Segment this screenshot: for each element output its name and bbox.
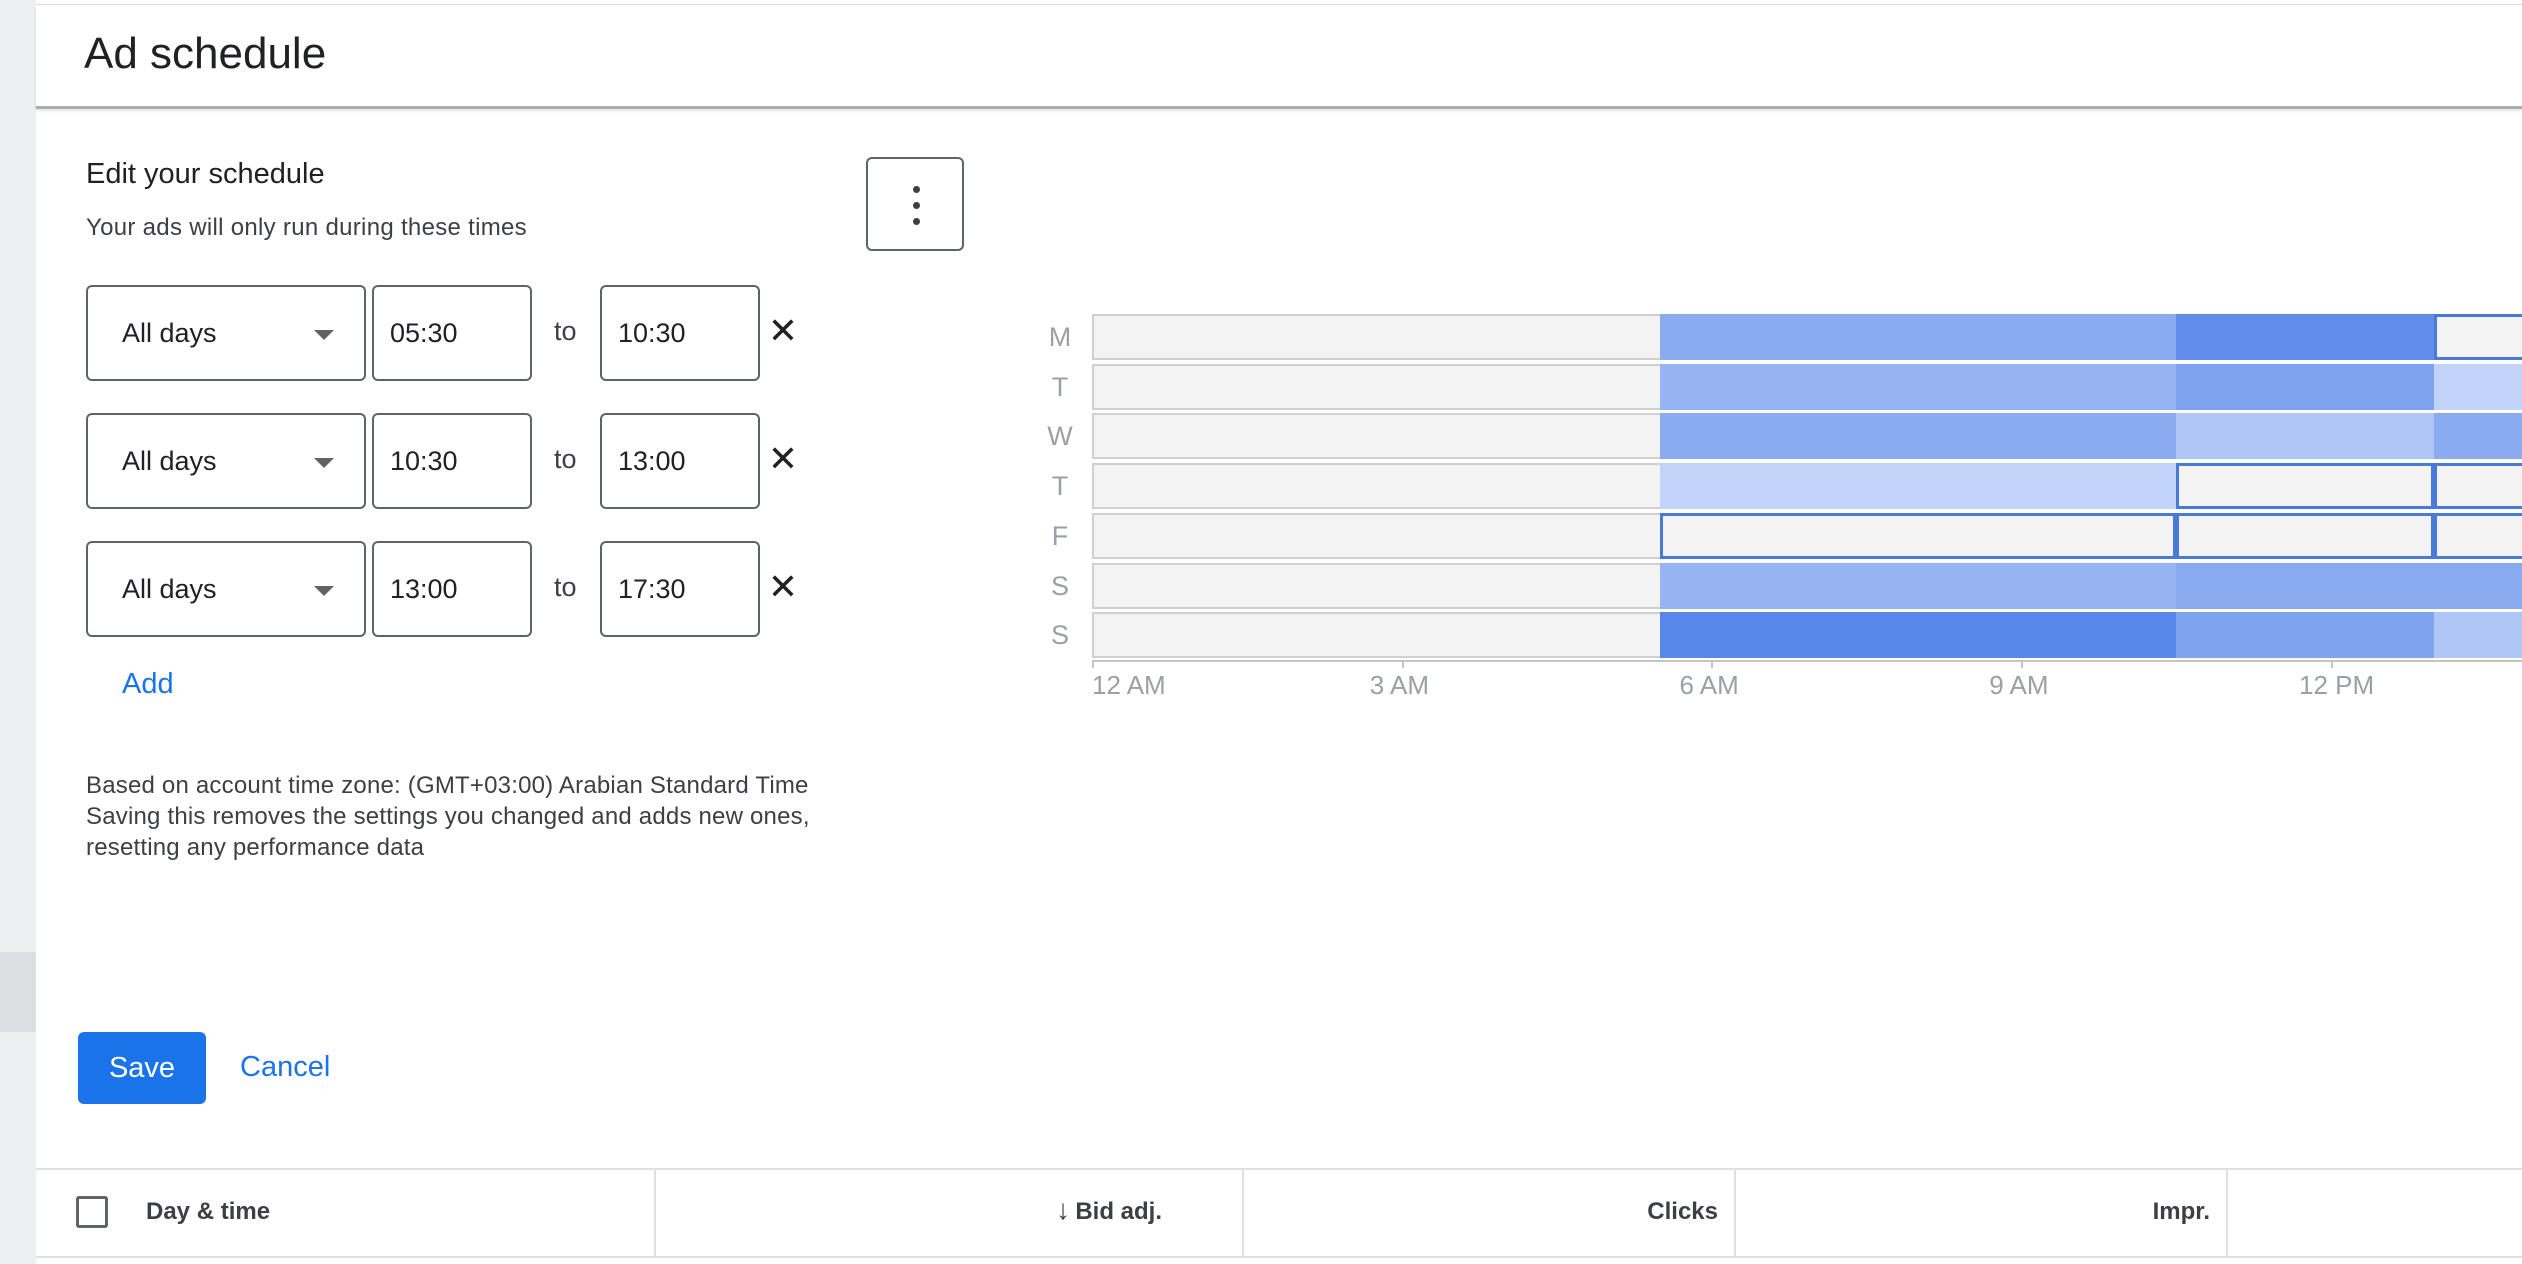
to-label: to [554,444,577,474]
schedule-heatmap: M T W T F S S 12 AM 3 AM 6 AM 9 AM 12 PM [1000,300,2522,920]
more-options-button[interactable] [866,157,964,251]
day-label: M [1048,322,1072,352]
x-axis-tick [2021,659,2024,668]
save-button[interactable]: Save [78,1032,206,1104]
start-time-input[interactable]: 10:30 [372,413,532,509]
timezone-note: Based on account time zone: (GMT+03:00) … [86,770,810,863]
start-time-input[interactable]: 05:30 [372,285,532,381]
column-impr[interactable]: Impr. [1736,1170,2228,1256]
dropdown-arrow-icon [314,330,334,340]
page-header: Ad schedule [36,5,2522,109]
heatmap-cell[interactable] [1659,413,2177,460]
heatmap-cell[interactable] [1659,612,2177,659]
heatmap-cell[interactable] [2176,512,2435,559]
x-axis-tick [1401,659,1404,668]
heatmap-cell[interactable] [2176,314,2435,360]
end-time-value: 10:30 [618,318,686,348]
edit-schedule-title: Edit your schedule [86,158,325,190]
dropdown-arrow-icon [314,586,334,596]
days-dropdown[interactable]: All days [86,285,366,381]
x-axis-tick [1092,659,1094,668]
heatmap-cell[interactable] [1659,363,2177,410]
start-time-input[interactable]: 13:00 [372,541,532,637]
heatmap-cell[interactable] [2434,562,2522,609]
x-axis-line [1092,659,2522,662]
day-label: T [1051,371,1069,402]
start-time-value: 13:00 [390,574,458,604]
day-label: W [1047,421,1073,452]
x-axis-tick-label: 12 AM [1092,669,1166,700]
timezone-line: Based on account time zone: (GMT+03:00) … [86,772,809,799]
dropdown-arrow-icon [314,458,334,468]
day-label: S [1050,570,1069,601]
heatmap-cell[interactable] [2176,612,2435,659]
end-time-input[interactable]: 13:00 [600,413,760,509]
column-label: Impr. [2152,1198,2210,1225]
cancel-button[interactable]: Cancel [240,1051,330,1084]
page-title: Ad schedule [84,29,327,78]
heatmap-cell[interactable] [2434,314,2522,360]
column-day-time[interactable]: Day & time [36,1170,656,1256]
to-label: to [554,316,577,346]
x-axis-tick [2330,659,2333,668]
heatmap-cell[interactable] [1659,562,2177,609]
select-all-checkbox[interactable] [76,1196,108,1228]
end-time-value: 17:30 [618,574,686,604]
days-dropdown-value: All days [122,318,217,348]
heatmap-cell[interactable] [2176,562,2435,609]
heatmap-cell[interactable] [1659,314,2177,360]
heatmap-cell[interactable] [2434,363,2522,410]
column-label: Bid adj. [1075,1198,1162,1225]
x-axis-tick [1711,659,1714,668]
end-time-value: 13:00 [618,446,686,476]
column-label: Day & time [146,1198,271,1225]
heatmap-cell[interactable] [2434,612,2522,659]
x-axis-tick-label: 9 AM [1989,669,2049,700]
column-bid-adj[interactable]: Bid adj. ↓ [656,1170,1244,1256]
day-label: S [1050,620,1069,651]
table-header: Day & time Bid adj. ↓ Clicks Impr. [36,1168,2522,1258]
remove-row-icon[interactable]: ✕ [765,311,801,351]
arrow-down-icon: ↓ [1056,1194,1070,1225]
day-label: F [1051,520,1069,551]
end-time-input[interactable]: 17:30 [600,541,760,637]
end-time-input[interactable]: 10:30 [600,285,760,381]
start-time-value: 05:30 [390,318,458,348]
heatmap-cell[interactable] [2176,413,2435,460]
heatmap-cell[interactable] [2434,413,2522,460]
day-label: T [1051,471,1069,502]
x-axis-tick-label: 3 AM [1369,669,1429,700]
warning-line: Saving this removes the settings you cha… [86,803,810,830]
heatmap-cell[interactable] [2434,512,2522,559]
start-time-value: 10:30 [390,446,458,476]
edit-schedule-subtitle: Your ads will only run during these time… [86,214,527,241]
days-dropdown[interactable]: All days [86,413,366,509]
days-dropdown-value: All days [122,574,217,604]
remove-row-icon[interactable]: ✕ [765,567,801,607]
days-dropdown[interactable]: All days [86,541,366,637]
heatmap-cell[interactable] [1659,463,2177,510]
left-rail-tab[interactable] [0,952,36,1032]
column-clicks[interactable]: Clicks [1244,1170,1736,1256]
to-label: to [554,572,577,602]
warning-line: resetting any performance data [86,834,425,861]
left-rail [0,0,36,1264]
x-axis-tick-label: 12 PM [2298,669,2375,700]
days-dropdown-value: All days [122,446,217,476]
heatmap-cell[interactable] [2176,363,2435,410]
x-axis-tick-label: 6 AM [1679,669,1739,700]
add-row-link[interactable]: Add [122,668,174,701]
more-vert-icon [913,186,921,226]
heatmap-cell[interactable] [1659,512,2177,559]
column-label: Clicks [1647,1198,1718,1225]
heatmap-cell[interactable] [2176,463,2435,510]
heatmap-cell[interactable] [2434,463,2522,510]
remove-row-icon[interactable]: ✕ [765,439,801,479]
